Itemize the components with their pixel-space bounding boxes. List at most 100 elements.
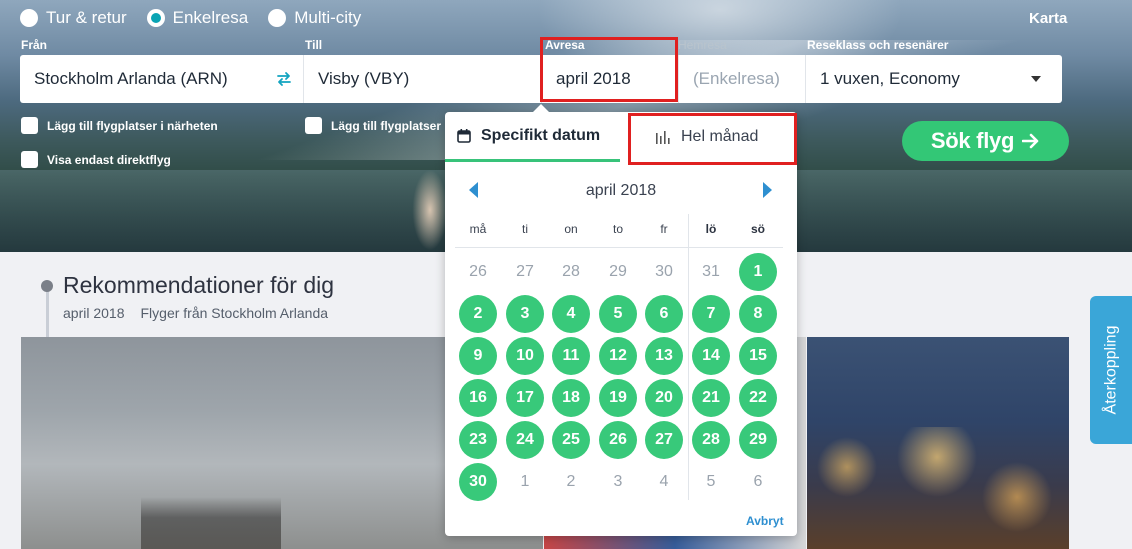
timeline-dot xyxy=(41,280,53,292)
trip-type-label: Enkelresa xyxy=(172,8,249,27)
feedback-tab[interactable]: Återkoppling xyxy=(1090,296,1132,444)
calendar-day-available[interactable]: 2 xyxy=(459,295,497,333)
search-button-label: Sök flyg xyxy=(930,128,1015,153)
from-value: Stockholm Arlanda (ARN) xyxy=(34,69,228,88)
depart-field[interactable]: april 2018 xyxy=(542,55,679,103)
radio-checked-icon[interactable] xyxy=(146,9,165,27)
calendar-day-available[interactable]: 16 xyxy=(459,379,497,417)
arrow-right-icon xyxy=(1022,133,1039,149)
calendar-day-available[interactable]: 23 xyxy=(459,421,497,459)
calendar-day-available[interactable]: 25 xyxy=(552,421,590,459)
calendar-day-available[interactable]: 11 xyxy=(552,337,590,375)
weekday-label: må xyxy=(469,222,487,236)
calendar-day-outside-month: 1 xyxy=(520,473,530,490)
trip-type-label: Tur & retur xyxy=(46,8,127,27)
calendar-day-available[interactable]: 3 xyxy=(506,295,544,333)
return-placeholder: (Enkelresa) xyxy=(693,69,780,88)
card-image-detail xyxy=(141,497,281,549)
to-field[interactable]: Visby (VBY) xyxy=(304,55,542,103)
radio-icon[interactable] xyxy=(268,9,287,27)
calendar-day-available[interactable]: 17 xyxy=(506,379,544,417)
tab-label: Specifikt datum xyxy=(481,126,601,144)
from-field[interactable]: Stockholm Arlanda (ARN) xyxy=(20,55,304,103)
calendar-day-available[interactable]: 10 xyxy=(506,337,544,375)
calendar-day-available[interactable]: 28 xyxy=(692,421,730,459)
calendar-day-available[interactable]: 27 xyxy=(645,421,683,459)
cancel-link[interactable]: Avbryt xyxy=(746,514,784,528)
calendar-day-available[interactable]: 5 xyxy=(599,295,637,333)
calendar-day-available[interactable]: 15 xyxy=(739,337,777,375)
calendar-day-outside-month: 5 xyxy=(706,473,716,490)
recommendations-subtitle: april 2018 Flyger från Stockholm Arlanda xyxy=(63,305,328,321)
weekday-label: to xyxy=(612,222,623,236)
checkbox-icon[interactable] xyxy=(21,117,38,134)
calendar-day-available[interactable]: 12 xyxy=(599,337,637,375)
calendar-day-available[interactable]: 7 xyxy=(692,295,730,333)
calendar-day-available[interactable]: 18 xyxy=(552,379,590,417)
direct-only-checkbox[interactable]: Visa endast direktflyg xyxy=(21,151,171,168)
radio-icon[interactable] xyxy=(20,9,38,27)
weekday-label: lö xyxy=(705,222,717,236)
weekday-label: ti xyxy=(522,222,528,236)
trip-type-oneway[interactable]: Enkelresa xyxy=(146,8,249,28)
weekday-label: on xyxy=(564,222,578,236)
calendar-day-available[interactable]: 9 xyxy=(459,337,497,375)
calendar-day-available[interactable]: 29 xyxy=(739,421,777,459)
tab-specific-date[interactable]: Specifikt datum xyxy=(445,112,620,162)
trip-type-multicity[interactable]: Multi-city xyxy=(268,8,361,28)
destination-card-3[interactable] xyxy=(807,337,1069,549)
calendar-day-outside-month: 6 xyxy=(753,473,763,490)
trip-type-group: Tur & retur Enkelresa Multi-city xyxy=(20,8,361,28)
nearby-from-checkbox[interactable]: Lägg till flygplatser i närheten xyxy=(21,117,218,134)
from-label: Från xyxy=(21,38,48,52)
month-navigation: april 2018 xyxy=(445,178,797,204)
calendar-day-outside-month: 28 xyxy=(562,263,580,280)
bar-chart-icon xyxy=(656,131,670,144)
recommendations-origin: Flyger från Stockholm Arlanda xyxy=(140,305,329,321)
checkbox-label: Lägg till flygplatser i xyxy=(331,118,448,133)
depart-label: Avresa xyxy=(545,38,585,52)
calendar-icon xyxy=(457,128,471,143)
weekday-label: sö xyxy=(750,222,765,236)
calendar-day-available[interactable]: 14 xyxy=(692,337,730,375)
chevron-right-icon[interactable] xyxy=(763,182,772,198)
card-image-detail xyxy=(807,427,1069,549)
to-value: Visby (VBY) xyxy=(318,69,410,88)
calendar-day-outside-month: 29 xyxy=(609,263,627,280)
calendar-day-outside-month: 30 xyxy=(655,263,673,280)
calendar-day-outside-month: 4 xyxy=(659,473,669,490)
calendar-day-available[interactable]: 21 xyxy=(692,379,730,417)
depart-value: april 2018 xyxy=(556,69,631,88)
calendar-day-available[interactable]: 20 xyxy=(645,379,683,417)
calendar-day-available[interactable]: 22 xyxy=(739,379,777,417)
return-field[interactable]: (Enkelresa) xyxy=(679,55,806,103)
calendar-month-label: april 2018 xyxy=(585,182,657,199)
calendar-day-available[interactable]: 24 xyxy=(506,421,544,459)
class-travelers-select[interactable]: 1 vuxen, Economy xyxy=(806,55,1062,103)
checkbox-icon[interactable] xyxy=(21,151,38,168)
calendar-day-available[interactable]: 19 xyxy=(599,379,637,417)
feedback-label: Återkoppling xyxy=(1102,325,1120,415)
calendar-day-available[interactable]: 30 xyxy=(459,463,497,501)
calendar-day-available[interactable]: 4 xyxy=(552,295,590,333)
checkbox-label: Lägg till flygplatser i närheten xyxy=(47,118,218,133)
map-link[interactable]: Karta xyxy=(1029,10,1067,27)
calendar-day-outside-month: 31 xyxy=(702,263,720,280)
calendar-day-outside-month: 2 xyxy=(566,473,576,490)
calendar-day-available[interactable]: 8 xyxy=(739,295,777,333)
trip-type-roundtrip[interactable]: Tur & retur xyxy=(20,8,127,28)
to-label: Till xyxy=(305,38,323,52)
weekend-divider xyxy=(688,214,689,500)
nearby-to-checkbox[interactable]: Lägg till flygplatser i xyxy=(305,117,448,134)
calendar-day-available[interactable]: 1 xyxy=(739,253,777,291)
search-flights-button[interactable]: Sök flyg xyxy=(902,121,1069,161)
calendar-day-available[interactable]: 13 xyxy=(645,337,683,375)
calendar-day-available[interactable]: 6 xyxy=(645,295,683,333)
calendar-day-available[interactable]: 26 xyxy=(599,421,637,459)
chevron-down-icon[interactable] xyxy=(1031,76,1041,82)
class-label: Reseklass och resenärer xyxy=(807,38,949,52)
swap-icon[interactable] xyxy=(275,70,293,88)
recommendations-title: Rekommendationer för dig xyxy=(63,272,335,298)
tab-whole-month[interactable]: Hel månad xyxy=(655,112,758,162)
checkbox-icon[interactable] xyxy=(305,117,322,134)
